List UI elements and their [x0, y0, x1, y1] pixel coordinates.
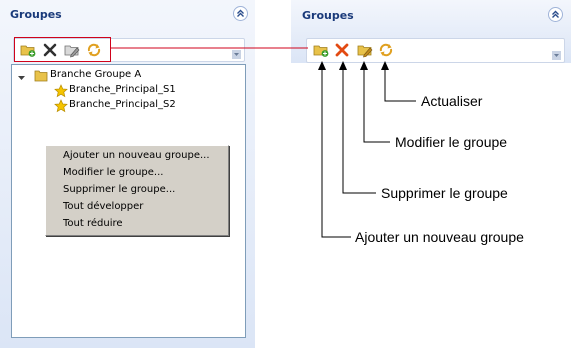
highlight-box: [14, 37, 111, 62]
callout-add: Ajouter un nouveau groupe: [355, 229, 524, 245]
callout-arrow-add: [318, 61, 351, 238]
callout-arrow-refresh: [381, 61, 416, 102]
callout-refresh: Actualiser: [421, 93, 483, 109]
callout-edit: Modifier le groupe: [395, 134, 508, 150]
annotation-overlay: [14, 37, 416, 238]
callout-arrow-delete: [339, 61, 376, 194]
callout-delete: Supprimer le groupe: [381, 185, 508, 201]
